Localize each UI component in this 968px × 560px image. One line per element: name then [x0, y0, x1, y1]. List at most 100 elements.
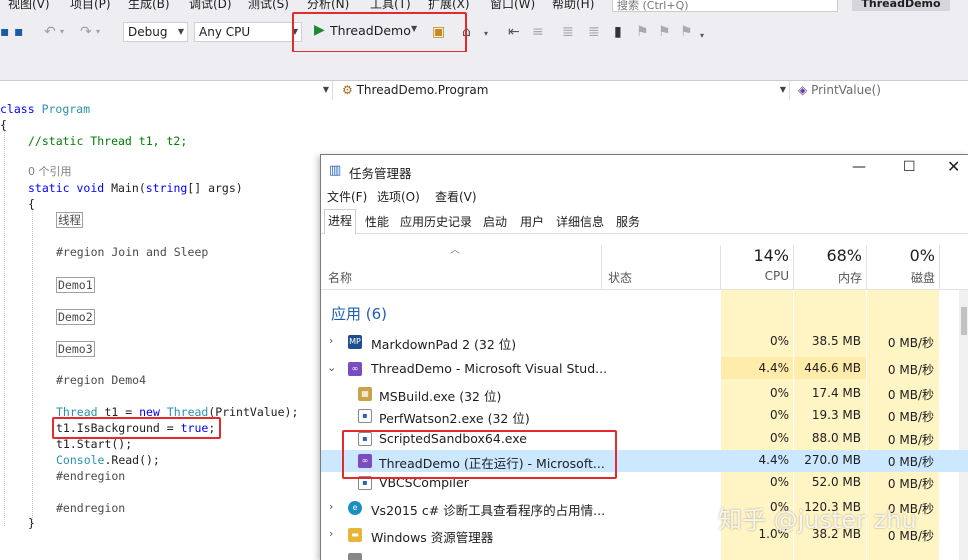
menu-window[interactable]: 窗口(W): [490, 0, 535, 12]
column-status[interactable]: 状态: [608, 269, 632, 286]
code-line-brace: {: [0, 118, 7, 132]
sort-up-icon: ︿: [450, 245, 460, 256]
undo-icon[interactable]: ↶: [44, 24, 56, 40]
column-name[interactable]: 名称: [328, 269, 352, 286]
process-memory: 52.0 MB: [811, 475, 861, 489]
clear-bookmarks-icon[interactable]: ⚑: [680, 24, 693, 40]
step-icon[interactable]: ⇤: [508, 24, 520, 40]
process-row-partial[interactable]: [321, 549, 968, 560]
code-line-console-read: Console.Read();: [56, 453, 160, 467]
tab-app-history[interactable]: 应用历史记录: [397, 211, 475, 233]
process-disk: 0 MB/秒: [887, 363, 934, 377]
code-line-start: t1.Start();: [56, 437, 133, 451]
column-cpu[interactable]: CPU: [721, 269, 789, 283]
member-combo[interactable]: ◈ PrintValue(): [794, 81, 968, 101]
tab-details[interactable]: 详细信息: [553, 211, 607, 233]
chevron-right-icon[interactable]: ›: [329, 334, 333, 347]
solution-config-value: Debug: [128, 25, 168, 39]
menu-analyze[interactable]: 分析(N): [307, 0, 349, 12]
collapsed-region-threads[interactable]: 线程: [56, 212, 83, 228]
process-row[interactable]: › MP MarkdownPad 2 (32 位) 0% 38.5 MB 0 M…: [321, 331, 968, 353]
next-bookmark-icon[interactable]: ⚑: [658, 24, 671, 40]
chevron-right-icon[interactable]: ›: [329, 527, 333, 540]
menu-extensions[interactable]: 扩展(X): [428, 0, 470, 12]
code-line-brace: {: [28, 197, 35, 211]
code-line-class: class Program: [0, 102, 91, 116]
chevron-down-icon[interactable]: ⌄: [327, 361, 336, 374]
collapsed-demo1[interactable]: Demo1: [56, 277, 95, 293]
folder-icon: ▬: [348, 528, 362, 542]
chevron-down-icon[interactable]: ▾: [484, 26, 488, 42]
save-icon[interactable]: ▪: [0, 24, 10, 40]
comment-icon[interactable]: ≣: [562, 24, 574, 40]
memory-total[interactable]: 68%: [794, 246, 862, 265]
search-box[interactable]: 搜索 (Ctrl+Q): [612, 0, 838, 12]
markdownpad-icon: MP: [348, 335, 362, 349]
process-cpu: 4.4%: [758, 453, 790, 467]
class-combo-value: ThreadDemo.Program: [356, 83, 489, 97]
redo-dropdown-icon[interactable]: ▾: [96, 24, 100, 40]
tab-processes[interactable]: 进程: [324, 209, 357, 234]
bookmark-icon[interactable]: ▮: [614, 24, 622, 40]
menu-tools[interactable]: 工具(T): [370, 0, 411, 12]
solution-config-select[interactable]: Debug ▼: [123, 22, 188, 42]
watermark: 知乎 @juster zhu: [718, 506, 917, 534]
prev-bookmark-icon[interactable]: ⚑: [636, 24, 649, 40]
collapsed-demo2[interactable]: Demo2: [56, 309, 95, 325]
process-row[interactable]: ▪ PerfWatson2.exe (32 位) 0% 19.3 MB 0 MB…: [321, 405, 968, 427]
uncomment-icon[interactable]: ≣: [588, 24, 600, 40]
solution-platform-select[interactable]: Any CPU ▼: [194, 22, 302, 42]
menu-file[interactable]: 文件(F): [327, 188, 367, 205]
process-cpu: 0%: [769, 334, 789, 348]
overflow-chevron-icon[interactable]: ▾: [700, 28, 704, 44]
column-memory[interactable]: 内存: [794, 269, 862, 286]
tab-users[interactable]: 用户: [517, 211, 547, 233]
member-combo-value: PrintValue(): [811, 83, 881, 97]
tab-performance[interactable]: 性能: [362, 211, 392, 233]
process-disk: 0 MB/秒: [887, 336, 934, 350]
menu-test[interactable]: 测试(S): [248, 0, 289, 12]
process-memory: 270.0 MB: [804, 453, 861, 467]
process-row[interactable]: ▦ MSBuild.exe (32 位) 0% 17.4 MB 0 MB/秒: [321, 383, 968, 405]
group-apps[interactable]: 应用 (6): [331, 303, 387, 324]
menu-view[interactable]: 视图(V): [8, 0, 50, 12]
chevron-down-icon: ▼: [779, 85, 786, 94]
class-combo[interactable]: ⚙ ThreadDemo.Program ▼: [338, 81, 790, 101]
menu-debug[interactable]: 调试(D): [189, 0, 232, 12]
menu-options[interactable]: 选项(O): [377, 188, 420, 205]
process-memory: 17.4 MB: [811, 386, 861, 400]
code-line-comment: //static Thread t1, t2;: [28, 134, 188, 148]
codelens-references[interactable]: 0 个引用: [28, 165, 72, 179]
cpu-total[interactable]: 14%: [721, 246, 789, 265]
menu-help[interactable]: 帮助(H): [552, 0, 594, 12]
tab-startup[interactable]: 启动: [480, 211, 510, 233]
process-row[interactable]: ⌄ ∞ ThreadDemo - Microsoft Visual Stud..…: [321, 358, 968, 380]
undo-dropdown-icon[interactable]: ▾: [60, 24, 64, 40]
endregion-demo4: #endregion: [56, 469, 126, 483]
visual-studio-icon: ∞: [348, 362, 362, 376]
chevron-right-icon[interactable]: ›: [329, 500, 333, 513]
process-disk: 0 MB/秒: [887, 388, 934, 402]
process-name: PerfWatson2.exe (32 位): [379, 411, 530, 426]
disk-total[interactable]: 0%: [867, 246, 935, 265]
process-disk: 0 MB/秒: [887, 410, 934, 424]
menu-project[interactable]: 项目(P): [70, 0, 111, 12]
column-separator: [601, 245, 602, 289]
maximize-button[interactable]: ☐: [903, 159, 916, 175]
project-combo[interactable]: ▼: [0, 81, 333, 101]
collapsed-demo3[interactable]: Demo3: [56, 341, 95, 357]
format-icon[interactable]: ≡: [532, 24, 544, 40]
process-cpu: 0%: [769, 408, 789, 422]
process-memory: 446.6 MB: [804, 361, 861, 375]
menu-build[interactable]: 生成(B): [128, 0, 170, 12]
minimize-button[interactable]: —: [852, 159, 866, 175]
menu-view[interactable]: 查看(V): [435, 188, 477, 205]
solution-name-badge: ThreadDemo: [852, 0, 950, 11]
process-name: ThreadDemo - Microsoft Visual Stud...: [371, 361, 608, 376]
window-title: 任务管理器: [349, 166, 412, 181]
save-all-icon[interactable]: ▪: [14, 24, 24, 40]
redo-icon[interactable]: ↷: [80, 24, 92, 40]
close-button[interactable]: ✕: [947, 157, 960, 176]
column-disk[interactable]: 磁盘: [867, 269, 935, 286]
tab-services[interactable]: 服务: [613, 211, 643, 233]
